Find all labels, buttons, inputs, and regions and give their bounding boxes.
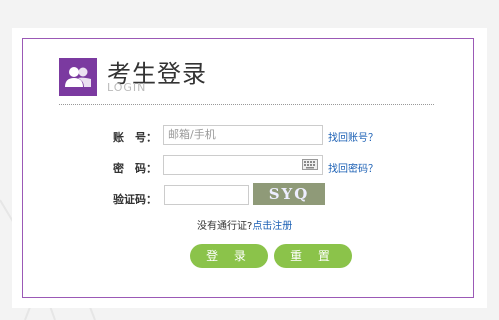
keyboard-icon[interactable]: [302, 159, 318, 170]
find-password-link[interactable]: 找回密码？: [328, 160, 378, 175]
login-button[interactable]: 登 录: [190, 244, 268, 268]
register-prompt: 没有通行证?点击注册: [197, 217, 292, 232]
login-card: 考生登录 LOGIN 账 号： 邮箱/手机 找回账号？ 密 码： 找回密码？ 验…: [12, 28, 487, 308]
account-input[interactable]: 邮箱/手机: [163, 125, 323, 145]
users-icon: [59, 58, 97, 96]
password-input[interactable]: [163, 155, 323, 175]
captcha-input[interactable]: [164, 185, 249, 205]
divider: [59, 104, 434, 105]
register-prompt-text: 没有通行证?: [197, 221, 253, 232]
captcha-image[interactable]: SYQ: [253, 183, 325, 205]
reset-button[interactable]: 重 置: [274, 244, 352, 268]
account-label: 账 号：: [113, 131, 157, 144]
register-link[interactable]: 点击注册: [252, 221, 292, 232]
captcha-label: 验证码：: [113, 193, 157, 206]
password-label: 密 码：: [113, 162, 157, 175]
page-subtitle: LOGIN: [107, 81, 147, 94]
find-account-link[interactable]: 找回账号？: [328, 129, 378, 144]
